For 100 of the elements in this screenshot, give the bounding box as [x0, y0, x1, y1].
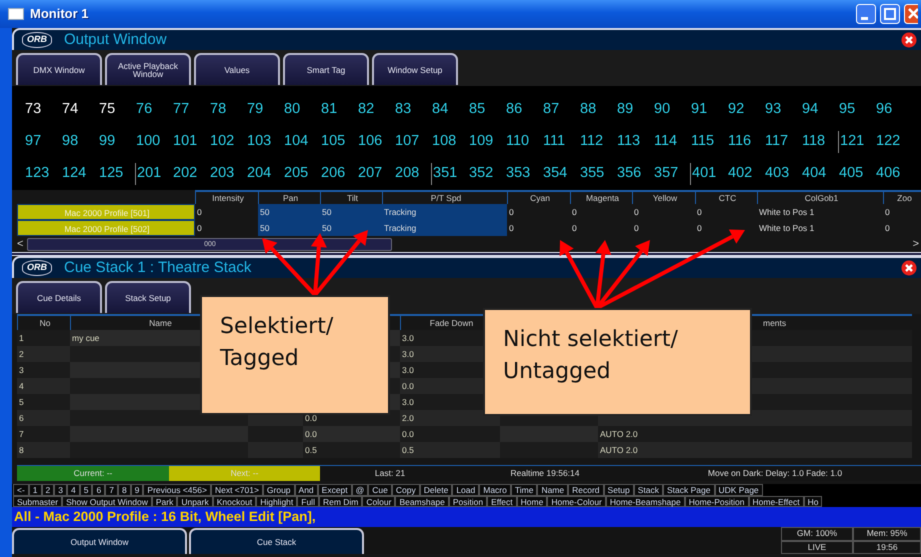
channel-number[interactable]: 208	[394, 163, 431, 185]
channel-number[interactable]: 117	[764, 131, 801, 153]
channel-number[interactable]: 83	[394, 99, 431, 121]
softkey[interactable]: <-	[13, 484, 29, 496]
channel-number[interactable]: 79	[246, 99, 283, 121]
channel-number[interactable]: 110	[505, 131, 542, 153]
softkey[interactable]: Show Output Window	[62, 496, 152, 507]
channel-number[interactable]: 205	[283, 163, 320, 185]
channel-number[interactable]: 203	[209, 163, 246, 185]
softkey[interactable]: Stack	[634, 484, 664, 496]
softkey[interactable]: Copy	[392, 484, 420, 496]
channel-number[interactable]: 105	[320, 131, 357, 153]
softkey[interactable]: Setup	[604, 484, 634, 496]
softkey[interactable]: Unpark	[177, 496, 213, 507]
channel-number[interactable]: 81	[320, 99, 357, 121]
softkey[interactable]: Next <701>	[210, 484, 263, 496]
window-tab[interactable]: Cue Stack	[189, 528, 364, 554]
channel-number[interactable]: 402	[727, 163, 764, 185]
softkey[interactable]: 3	[54, 484, 67, 496]
softkey[interactable]: Previous <456>	[143, 484, 211, 496]
channel-number[interactable]: 99	[98, 131, 135, 153]
softkey[interactable]: Stack Page	[663, 484, 714, 496]
channel-number[interactable]: 123	[24, 163, 61, 185]
softkey[interactable]: Name	[537, 484, 568, 496]
softkey[interactable]: Load	[452, 484, 480, 496]
channel-number[interactable]: 354	[542, 163, 579, 185]
channel-number[interactable]: 116	[727, 131, 764, 153]
channel-number[interactable]: 108	[431, 131, 468, 153]
channel-number[interactable]: 115	[690, 131, 727, 153]
softkey[interactable]: 6	[92, 484, 106, 496]
softkey[interactable]: Macro	[479, 484, 511, 496]
channel-number[interactable]: 94	[801, 99, 838, 121]
softkey[interactable]: Effect	[487, 496, 517, 507]
channel-number[interactable]: 121	[838, 131, 875, 153]
softkey[interactable]: 7	[105, 484, 118, 496]
channel-number[interactable]: 76	[135, 99, 172, 121]
softkey[interactable]: 4	[67, 484, 80, 496]
minimize-icon[interactable]	[856, 4, 876, 24]
tab-button[interactable]: Smart Tag	[283, 53, 369, 85]
softkey[interactable]: @	[352, 484, 368, 496]
softkey[interactable]: Home-Position	[684, 496, 748, 507]
channel-number[interactable]: 114	[653, 131, 690, 153]
channel-number[interactable]: 78	[209, 99, 246, 121]
channel-number[interactable]: 90	[653, 99, 690, 121]
softkey[interactable]: 5	[80, 484, 92, 496]
channel-number[interactable]: 104	[283, 131, 320, 153]
channel-number[interactable]: 87	[542, 99, 579, 121]
tab-button[interactable]: DMX Window	[16, 53, 102, 85]
channel-number[interactable]: 355	[579, 163, 616, 185]
channel-number[interactable]: 88	[579, 99, 616, 121]
channel-number[interactable]: 113	[616, 131, 653, 153]
channel-number[interactable]: 75	[98, 99, 135, 121]
softkey[interactable]: Cue	[368, 484, 392, 496]
softkey[interactable]: Home-Effect	[748, 496, 804, 507]
channel-number[interactable]: 85	[468, 99, 505, 121]
softkey[interactable]: Beamshape	[395, 496, 449, 507]
softkey[interactable]: Submaster	[13, 496, 62, 507]
channel-number[interactable]: 74	[61, 99, 98, 121]
tab-button[interactable]: Values	[194, 53, 280, 85]
channel-number[interactable]: 357	[653, 163, 690, 185]
channel-number[interactable]: 80	[283, 99, 320, 121]
softkey[interactable]: Full	[297, 496, 319, 507]
channel-number[interactable]: 106	[357, 131, 394, 153]
close-icon[interactable]	[901, 32, 917, 48]
channel-number[interactable]: 125	[98, 163, 135, 185]
channel-number[interactable]: 101	[172, 131, 209, 153]
channel-number[interactable]: 91	[690, 99, 727, 121]
channel-number[interactable]: 403	[764, 163, 801, 185]
channel-number[interactable]: 122	[875, 131, 912, 153]
softkey[interactable]: 2	[42, 484, 54, 496]
channel-number[interactable]: 401	[690, 163, 727, 185]
channel-number[interactable]: 404	[801, 163, 838, 185]
softkey[interactable]: Delete	[420, 484, 452, 496]
softkey[interactable]: 9	[130, 484, 144, 496]
softkey[interactable]: And	[294, 484, 318, 496]
maximize-icon[interactable]	[880, 4, 900, 24]
softkey[interactable]: Highlight	[256, 496, 298, 507]
softkey[interactable]: Home-Beamshape	[606, 496, 685, 507]
channel-number[interactable]: 206	[320, 163, 357, 185]
channel-number[interactable]: 103	[246, 131, 283, 153]
channel-number[interactable]: 77	[172, 99, 209, 121]
softkey[interactable]: Record	[568, 484, 604, 496]
scroll-right-arrow[interactable]: >	[912, 238, 919, 250]
softkey[interactable]: 1	[28, 484, 42, 496]
channel-number[interactable]: 100	[135, 131, 172, 153]
softkey[interactable]: Home-Colour	[547, 496, 606, 507]
channel-number[interactable]: 92	[727, 99, 764, 121]
scroll-left-arrow[interactable]: <	[17, 238, 24, 250]
channel-number[interactable]: 201	[135, 163, 172, 185]
channel-number[interactable]: 207	[357, 163, 394, 185]
channel-number[interactable]: 112	[579, 131, 616, 153]
channel-number[interactable]: 102	[209, 131, 246, 153]
channel-number[interactable]: 96	[875, 99, 912, 121]
channel-number[interactable]: 84	[431, 99, 468, 121]
channel-number[interactable]: 109	[468, 131, 505, 153]
channel-number[interactable]: 97	[24, 131, 61, 153]
channel-number[interactable]: 352	[468, 163, 505, 185]
channel-number[interactable]: 98	[61, 131, 98, 153]
softkey[interactable]: 8	[118, 484, 131, 496]
channel-number[interactable]: 202	[172, 163, 209, 185]
